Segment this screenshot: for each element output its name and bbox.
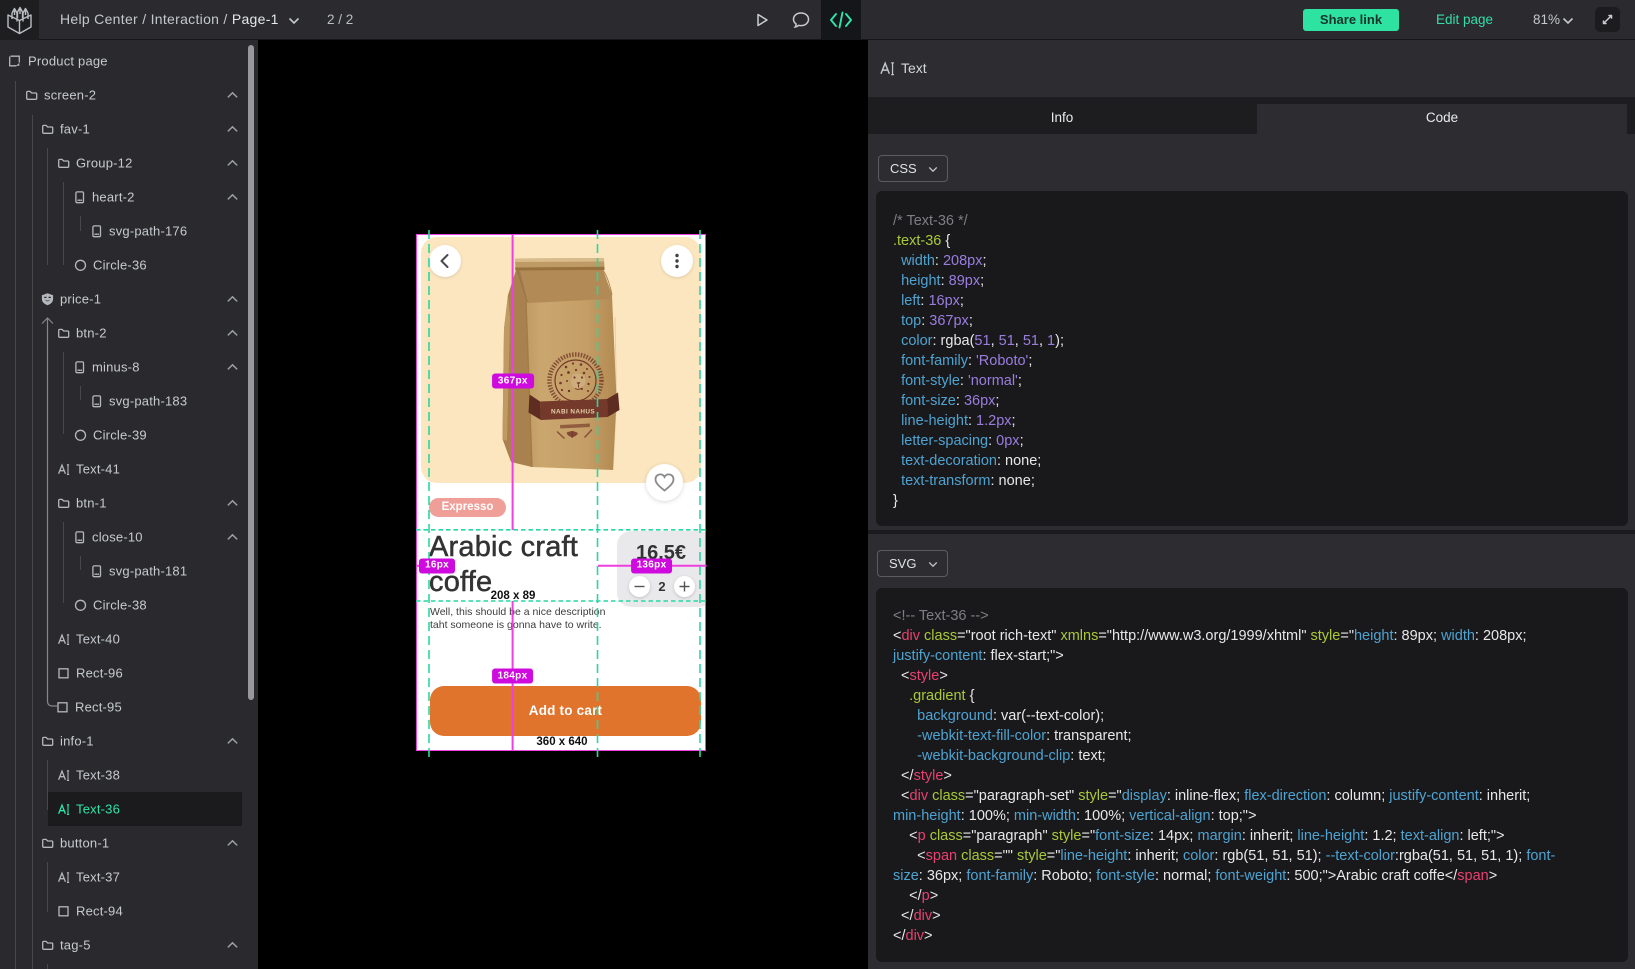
svg-text:NABI NAHUS: NABI NAHUS — [551, 409, 595, 416]
